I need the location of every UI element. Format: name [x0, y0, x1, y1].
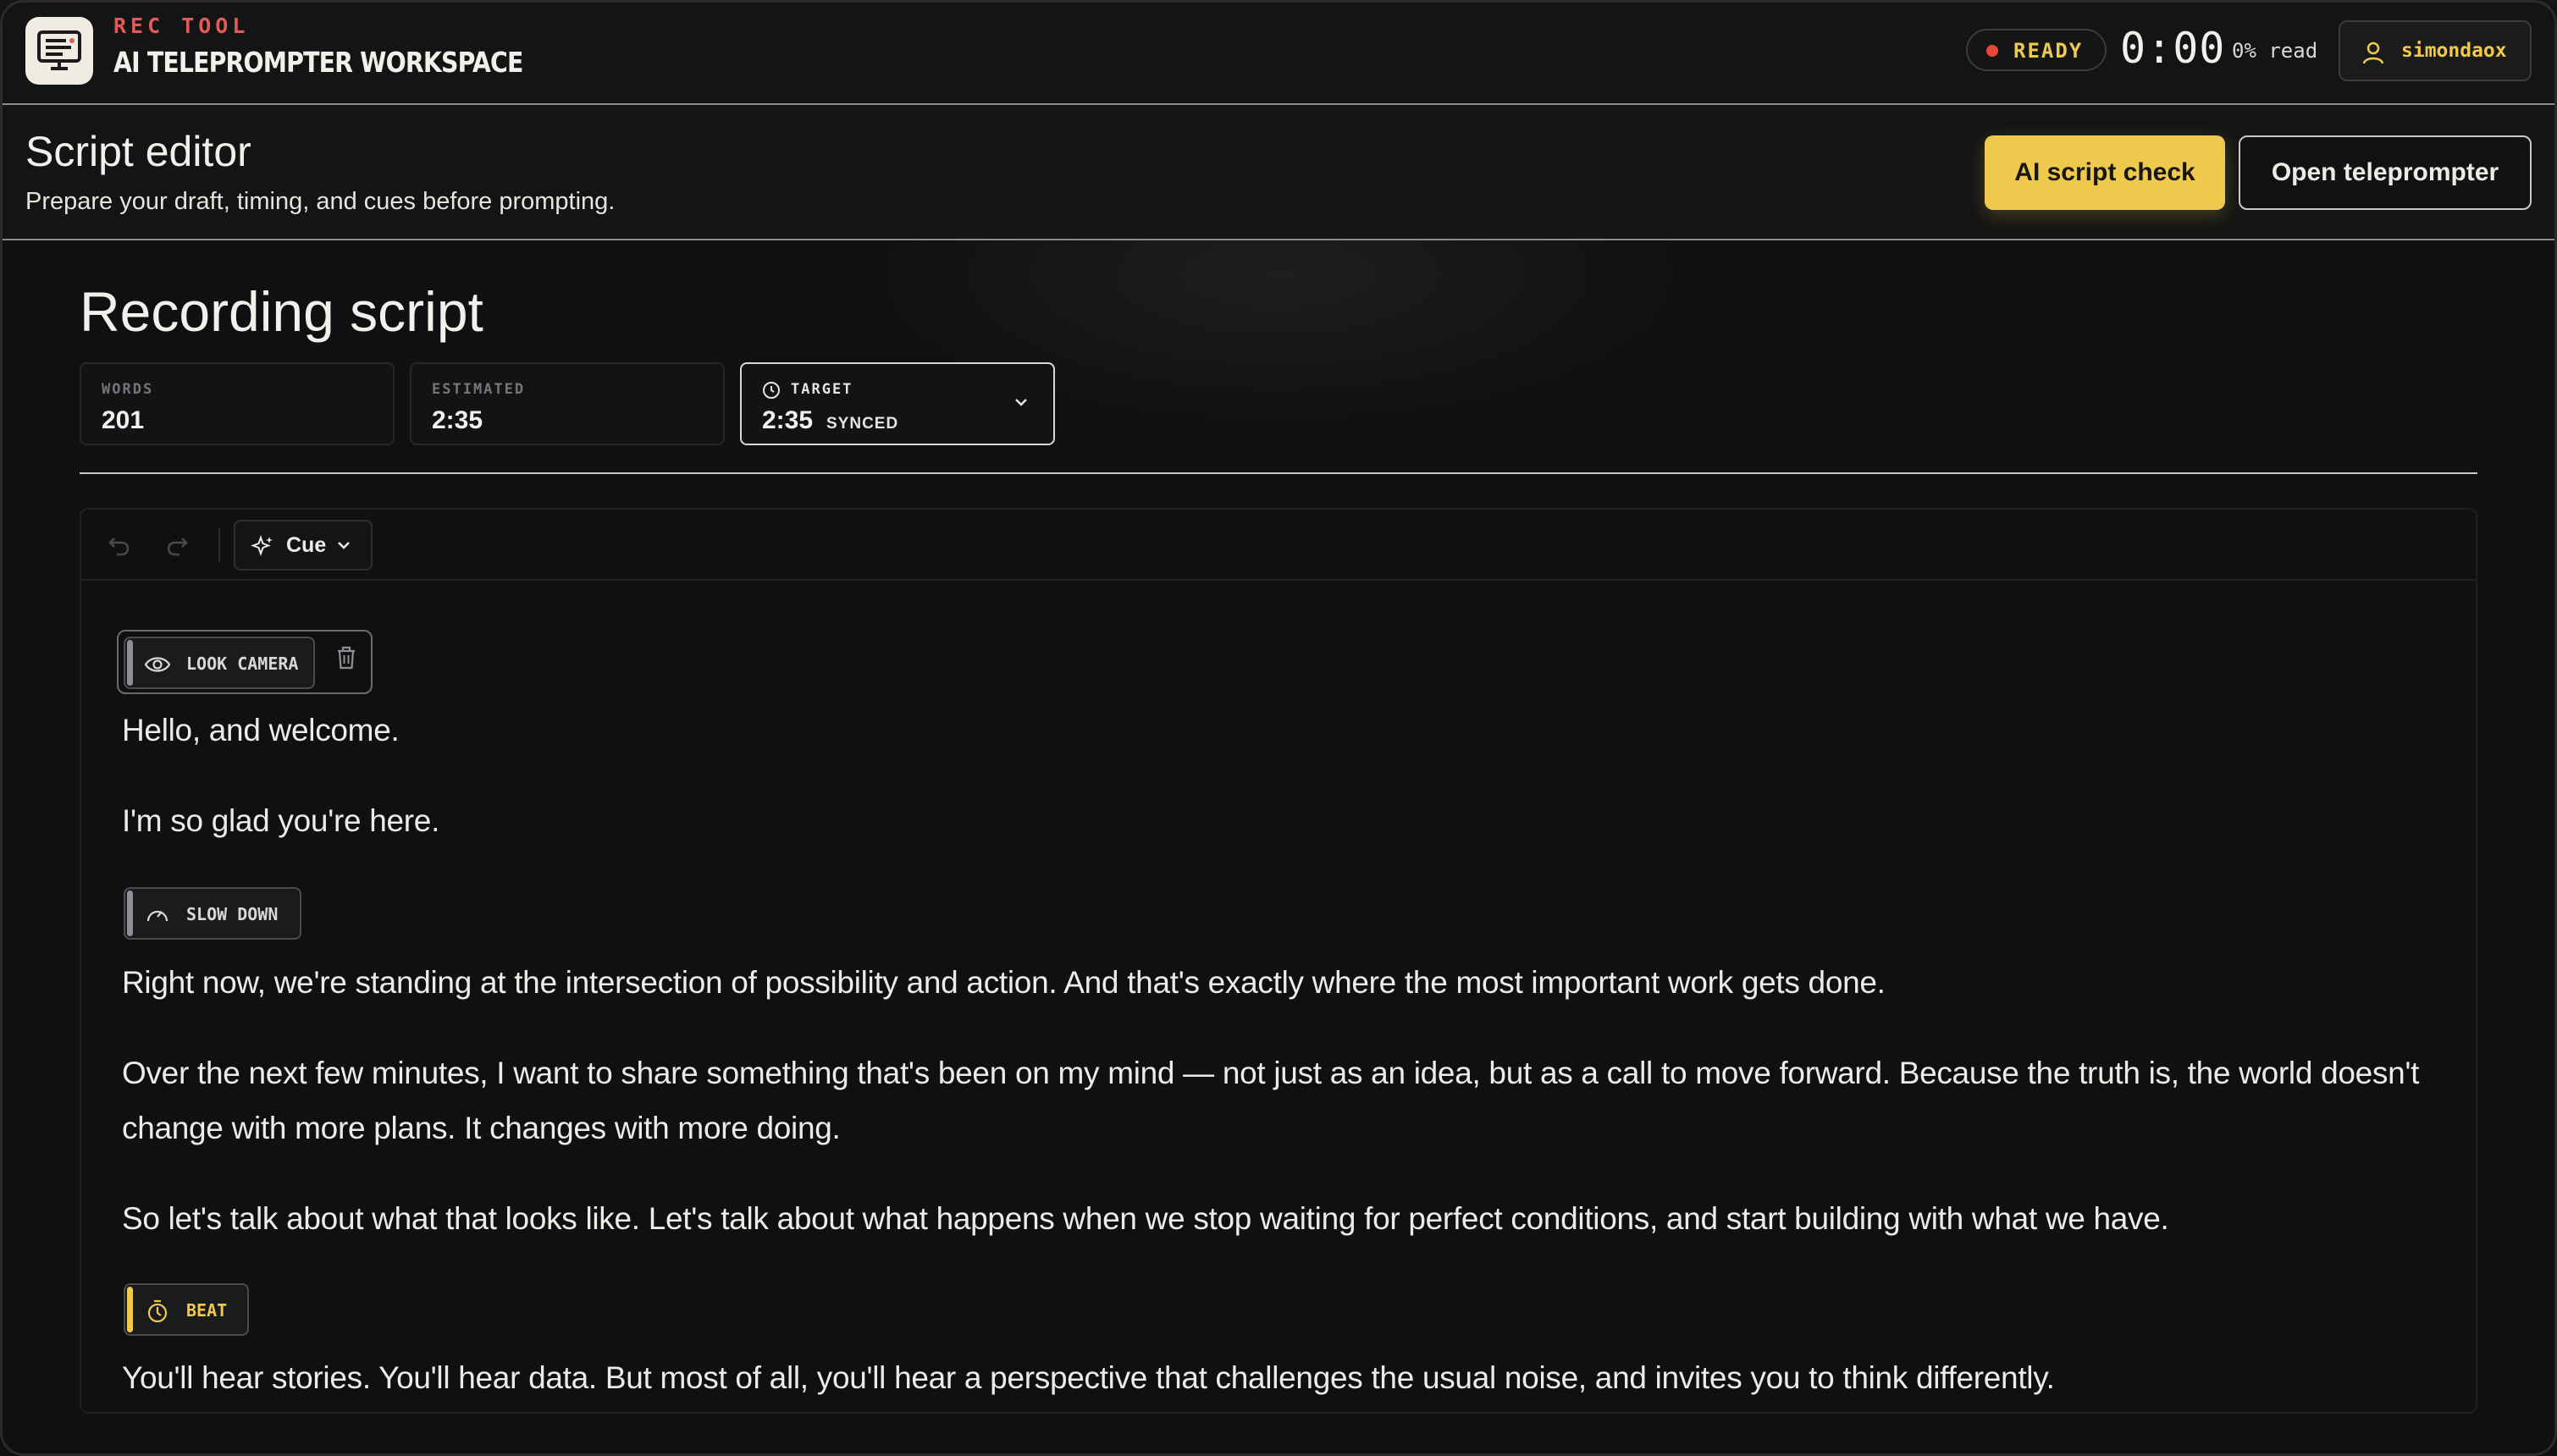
redo-icon[interactable]: [164, 532, 190, 557]
app-title: AI TELEPROMPTER WORKSPACE: [113, 46, 523, 79]
cue-label: Cue: [286, 533, 327, 557]
script-paragraph[interactable]: Right now, we're standing at the interse…: [122, 955, 2442, 1010]
gauge-icon: [146, 910, 168, 922]
editor-toolbar: Cue: [81, 510, 2476, 581]
user-icon: [2362, 41, 2384, 64]
script-title: Recording script: [80, 280, 483, 343]
clock-icon: [763, 382, 780, 399]
status-badge: READY: [1966, 29, 2107, 71]
cue-chip-beat[interactable]: BEAT: [124, 1283, 249, 1336]
cue-dropdown-button[interactable]: Cue: [234, 520, 373, 571]
words-stat: WORDS 201: [80, 362, 395, 445]
page-title: Script editor: [25, 128, 251, 175]
script-paragraph[interactable]: I'm so glad you're here.: [122, 793, 2442, 848]
recording-dot-icon: [1986, 45, 1998, 57]
user-menu-button[interactable]: simondaox: [2339, 20, 2532, 81]
sparkle-icon: [251, 535, 273, 556]
open-teleprompter-button[interactable]: Open teleprompter: [2239, 135, 2532, 210]
timer-icon: [147, 1299, 168, 1323]
page-subtitle: Prepare your draft, timing, and cues bef…: [25, 188, 616, 215]
cue-chip-look-camera[interactable]: LOOK CAMERA: [124, 637, 315, 689]
cue-chip-label: BEAT: [186, 1300, 228, 1321]
status-label: READY: [2013, 39, 2084, 63]
estimated-value: 2:35: [432, 406, 483, 434]
script-paragraph[interactable]: You'll hear stories. You'll hear data. B…: [122, 1350, 2442, 1405]
script-paragraph[interactable]: Over the next few minutes, I want to sha…: [122, 1045, 2442, 1155]
toolbar-separator: [218, 528, 220, 562]
chevron-down-icon: [338, 542, 350, 549]
teleprompter-icon: [25, 17, 93, 85]
cue-chip-label: LOOK CAMERA: [186, 654, 299, 674]
top-bar: REC TOOL AI TELEPROMPTER WORKSPACE READY…: [0, 0, 2557, 105]
undo-icon[interactable]: [107, 532, 132, 557]
username: simondaox: [2401, 40, 2507, 62]
target-label: TARGET: [791, 381, 853, 398]
timer: 0:00: [2120, 24, 2226, 73]
script-editor[interactable]: Cue LOOK CAMERA Hello, and welcome. I'm …: [80, 508, 2477, 1414]
divider: [80, 472, 2477, 474]
chevron-down-icon: [1015, 399, 1027, 406]
trash-icon[interactable]: [335, 645, 357, 670]
main-content: Recording script WORDS 201 ESTIMATED 2:3…: [0, 240, 2557, 1456]
cue-chip-label: SLOW DOWN: [186, 904, 279, 924]
script-paragraph[interactable]: Hello, and welcome.: [122, 703, 2442, 758]
estimated-label: ESTIMATED: [432, 381, 526, 398]
estimated-stat: ESTIMATED 2:35: [410, 362, 725, 445]
ai-script-check-button[interactable]: AI script check: [1985, 135, 2225, 210]
brand-kicker: REC TOOL: [113, 14, 250, 38]
eye-icon: [144, 657, 171, 672]
page-header: Script editor Prepare your draft, timing…: [0, 105, 2557, 240]
script-paragraph[interactable]: So let's talk about what that looks like…: [122, 1191, 2442, 1246]
target-selector[interactable]: TARGET 2:35 SYNCED: [740, 362, 1055, 445]
target-value: 2:35: [762, 406, 814, 434]
synced-badge: SYNCED: [826, 415, 899, 433]
words-value: 201: [102, 406, 145, 434]
read-progress: 0% read: [2232, 39, 2318, 63]
words-label: WORDS: [102, 381, 154, 398]
cue-chip-slow-down[interactable]: SLOW DOWN: [124, 887, 301, 940]
